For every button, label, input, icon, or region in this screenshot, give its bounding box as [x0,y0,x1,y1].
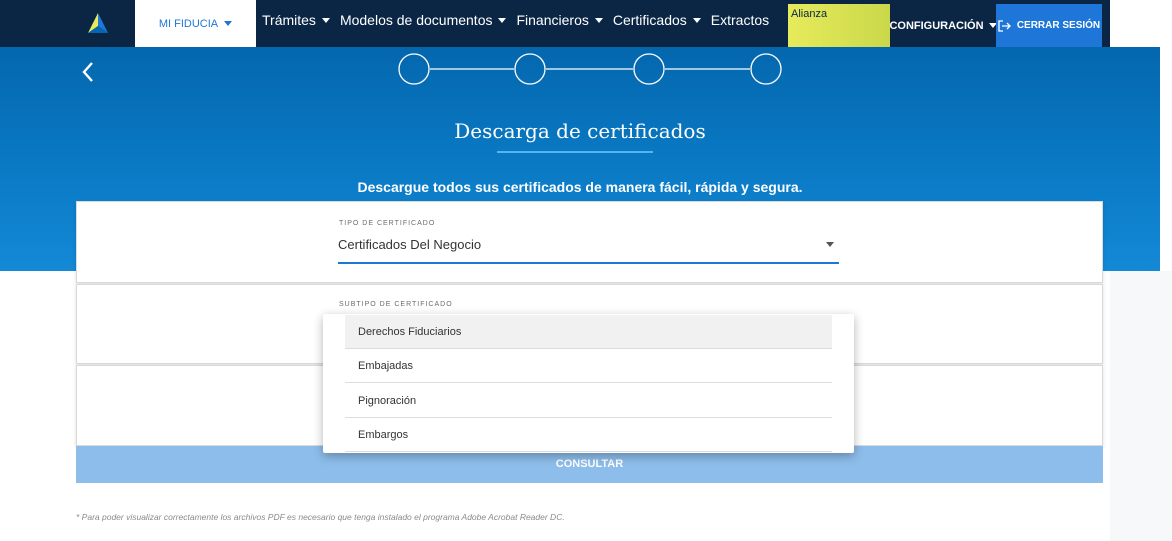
step-circle-1 [398,53,430,85]
mi-fiducia-label: MI FIDUCIA [158,17,219,30]
title-underline [497,151,653,153]
menu-item-label: Extractos [710,12,770,28]
step-circle-4 [750,53,782,85]
menu-item-label: Trámites [262,12,316,28]
cerrar-sesion-label: CERRAR SESIÓN [1016,20,1101,31]
chevron-down-icon[interactable] [826,242,834,247]
menu-item-label: Modelos de documentos [339,12,493,28]
chevron-down-icon [498,17,507,23]
chevron-down-icon [224,21,233,26]
dropdown-option-embajadas[interactable]: Embajadas [345,349,832,383]
menu-item-label: Financieros [516,12,589,28]
logout-icon [998,19,1011,32]
subtipo-certificado-label: SUBTIPO DE CERTIFICADO [339,301,453,308]
menu-item-modelos-documentos[interactable]: Modelos de documentos [340,12,507,28]
alianza-logo-icon[interactable] [87,12,109,34]
progress-stepper [398,53,782,85]
menu-item-certificados[interactable]: Certificados [613,12,701,28]
menu-item-extractos[interactable]: Extractos [711,12,769,28]
tipo-certificado-label: TIPO DE CERTIFICADO [339,220,436,227]
menu-item-label: Certificados [612,12,687,28]
chevron-down-icon [692,17,701,23]
pdf-footnote: * Para poder visualizar correctamente lo… [76,512,565,522]
dropdown-option-embargos[interactable]: Embargos [345,418,832,452]
page-subtitle: Descargue todos sus certificados de mane… [357,179,803,195]
select-underline [338,262,839,264]
dropdown-option-pignoracion[interactable]: Pignoración [345,384,832,418]
top-navbar: MI FIDUCIA Trámites Modelos de documento… [0,0,1110,47]
alianza-badge[interactable]: Alianza [788,4,890,47]
step-circle-2 [514,53,546,85]
main-menu: Trámites Modelos de documentos Financier… [262,12,769,28]
step-circle-3 [633,53,665,85]
dropdown-option-derechos-fiduciarios[interactable]: Derechos Fiduciarios [345,315,832,349]
configuracion-label: CONFIGURACIÓN [889,19,984,32]
configuracion-menu[interactable]: CONFIGURACIÓN [889,4,997,47]
tipo-certificado-card [76,201,1103,283]
page-title: Descarga de certificados [454,119,706,143]
chevron-down-icon [594,17,603,23]
subtipo-dropdown: Derechos Fiduciarios Embajadas Pignoraci… [323,314,854,453]
menu-item-financieros[interactable]: Financieros [516,12,603,28]
chevron-down-icon [321,17,330,23]
menu-item-tramites[interactable]: Trámites [262,12,330,28]
side-strip [1110,271,1172,541]
mi-fiducia-menu[interactable]: MI FIDUCIA [135,0,256,47]
back-arrow-icon[interactable] [78,60,98,84]
tipo-certificado-select[interactable]: Certificados Del Negocio [338,237,481,252]
cerrar-sesion-button[interactable]: CERRAR SESIÓN [996,4,1102,47]
